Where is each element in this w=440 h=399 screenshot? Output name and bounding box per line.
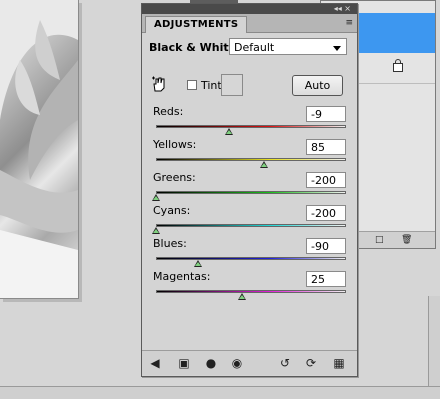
document-image (0, 0, 79, 299)
reset-icon[interactable]: ⟳ (304, 356, 318, 370)
horizontal-scrollbar[interactable] (0, 386, 440, 399)
slider-track[interactable] (156, 257, 346, 260)
trash-icon[interactable]: ▦ (332, 356, 346, 370)
panel-titlebar[interactable]: ◂◂ × (142, 4, 357, 14)
targeted-adjustment-hand-icon[interactable] (151, 76, 167, 92)
slider-label: Greens: (153, 171, 196, 184)
panel-tab-row: ADJUSTMENTS ≡ (142, 14, 357, 33)
chevron-down-icon (333, 46, 341, 51)
slider-label: Magentas: (153, 270, 211, 283)
view-previous-state-icon[interactable]: ↺ (278, 356, 292, 370)
slider-track[interactable] (156, 125, 346, 128)
slider-value-field[interactable]: -90 (306, 238, 346, 254)
new-layer-icon[interactable]: □ (375, 235, 384, 245)
tint-color-swatch[interactable] (221, 74, 243, 96)
adjustment-title: Black & White (149, 41, 237, 54)
preset-dropdown[interactable]: Default (229, 38, 347, 55)
slider-track[interactable] (156, 224, 346, 227)
slider-label: Reds: (153, 105, 184, 118)
slider-value-field[interactable]: -200 (306, 172, 346, 188)
layer-mask-icon[interactable]: ● (204, 356, 218, 370)
lock-icon (393, 59, 403, 72)
trash-icon[interactable]: 🗑 (401, 235, 412, 245)
tint-checkbox[interactable] (187, 80, 197, 90)
panel-footer: ◀ ▣ ● ◉ ↺ ⟳ ▦ (142, 350, 357, 375)
clip-to-layer-icon[interactable]: ▣ (177, 356, 191, 370)
slider-track[interactable] (156, 191, 346, 194)
adjustments-panel: ◂◂ × ADJUSTMENTS ≡ Black & White Default… (141, 3, 358, 377)
slider-label: Cyans: (153, 204, 191, 217)
slider-value-field[interactable]: -200 (306, 205, 346, 221)
back-arrow-icon[interactable]: ◀ (148, 356, 162, 370)
tab-adjustments[interactable]: ADJUSTMENTS (145, 16, 248, 33)
slider-value-field[interactable]: 85 (306, 139, 346, 155)
panel-menu-icon[interactable]: ≡ (345, 18, 353, 28)
slider-label: Blues: (153, 237, 187, 250)
slider-value-field[interactable]: -9 (306, 106, 346, 122)
auto-button[interactable]: Auto (292, 75, 343, 96)
visibility-eye-icon[interactable]: ◉ (230, 356, 244, 370)
tint-label: Tint (201, 79, 222, 92)
slider-track[interactable] (156, 290, 346, 293)
preset-selected: Default (234, 41, 275, 54)
panel-window-controls[interactable]: ◂◂ × (334, 5, 351, 13)
slider-label: Yellows: (153, 138, 197, 151)
slider-track[interactable] (156, 158, 346, 161)
slider-value-field[interactable]: 25 (306, 271, 346, 287)
vertical-scrollbar[interactable] (428, 296, 440, 386)
